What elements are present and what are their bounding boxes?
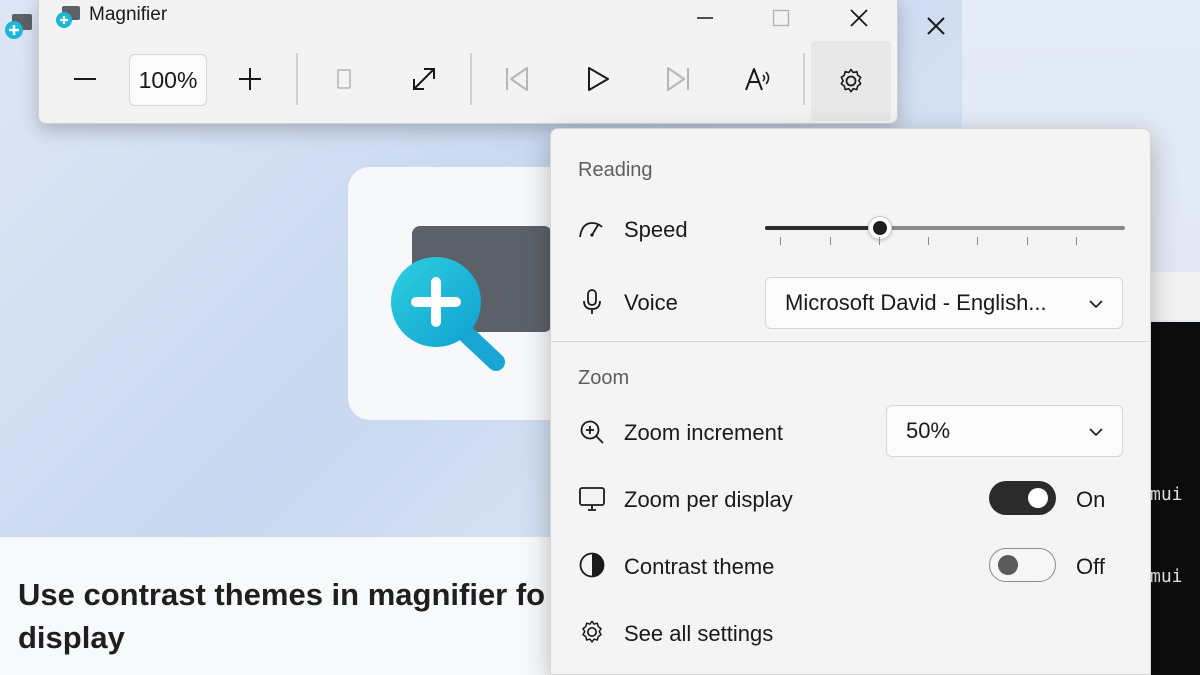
voice-dropdown[interactable]: Microsoft David - English...	[765, 277, 1123, 329]
microphone-icon	[577, 287, 607, 317]
close-icon[interactable]	[912, 8, 960, 44]
settings-flyout: Reading Speed Voice Microsoft David - En…	[550, 128, 1151, 675]
view-mode-button[interactable]	[316, 51, 372, 107]
terminal-line: mui	[1150, 484, 1183, 505]
zoom-in-button[interactable]	[222, 51, 278, 107]
close-button[interactable]	[835, 1, 883, 35]
magnifier-lens-icon	[390, 256, 510, 379]
toggle-knob	[998, 555, 1018, 575]
next-icon[interactable]	[650, 51, 706, 107]
maximize-button[interactable]	[757, 1, 805, 35]
speed-label: Speed	[624, 217, 688, 242]
chevron-down-icon	[1088, 420, 1104, 446]
window-title: Magnifier	[89, 4, 168, 25]
zoom-per-display-toggle[interactable]	[989, 481, 1056, 515]
reading-section-title: Reading	[578, 159, 653, 181]
slider-tick	[928, 237, 929, 245]
slider-tick	[780, 237, 781, 245]
terminal-toolbar	[1150, 272, 1200, 320]
terminal-line: mui	[1150, 566, 1183, 587]
zoom-increment-label: Zoom increment	[624, 420, 783, 445]
separator	[470, 53, 472, 105]
toggle-knob	[1028, 488, 1048, 508]
separator	[296, 53, 298, 105]
minimize-button[interactable]	[681, 1, 729, 35]
voice-dropdown-value: Microsoft David - English...	[785, 290, 1047, 315]
zoom-increment-value: 50%	[906, 418, 951, 443]
zoom-out-button[interactable]	[57, 51, 113, 107]
magnifier-app-icon	[53, 3, 83, 38]
settings-button[interactable]	[811, 41, 891, 121]
zoom-section-title: Zoom	[578, 367, 630, 389]
zoom-per-display-state: On	[1076, 487, 1106, 512]
speed-slider-thumb[interactable]	[868, 216, 892, 240]
slider-tick	[1076, 237, 1077, 245]
gear-icon	[840, 68, 862, 93]
resize-icon[interactable]	[396, 51, 452, 107]
zoom-per-display-label: Zoom per display	[624, 487, 793, 512]
zoom-increment-dropdown[interactable]: 50%	[886, 405, 1123, 457]
slider-tick	[1027, 237, 1028, 245]
previous-icon[interactable]	[489, 51, 545, 107]
zoom-increment-icon	[577, 417, 607, 447]
voice-label: Voice	[624, 290, 678, 315]
magnifier-app-icon	[2, 10, 36, 49]
contrast-theme-toggle[interactable]	[989, 548, 1056, 582]
speed-slider-fill	[765, 226, 880, 230]
contrast-theme-state: Off	[1076, 554, 1105, 579]
separator	[803, 53, 805, 105]
speed-slider[interactable]	[765, 216, 1125, 240]
speed-icon	[577, 215, 607, 245]
see-all-settings-link[interactable]: See all settings	[624, 621, 773, 647]
tip-title: Use contrast themes in magnifier fo disp…	[18, 577, 546, 655]
monitor-icon	[577, 484, 607, 514]
gear-icon	[577, 617, 607, 647]
magnifier-window: Magnifier 100%	[38, 0, 898, 124]
chevron-down-icon	[1088, 292, 1104, 318]
section-divider	[551, 341, 1150, 342]
contrast-theme-label: Contrast theme	[624, 554, 775, 579]
contrast-icon	[577, 550, 607, 580]
read-aloud-icon[interactable]	[730, 51, 786, 107]
zoom-level: 100%	[129, 54, 207, 106]
slider-tick	[830, 237, 831, 245]
play-icon[interactable]	[570, 51, 626, 107]
slider-tick	[879, 237, 880, 245]
slider-tick	[977, 237, 978, 245]
